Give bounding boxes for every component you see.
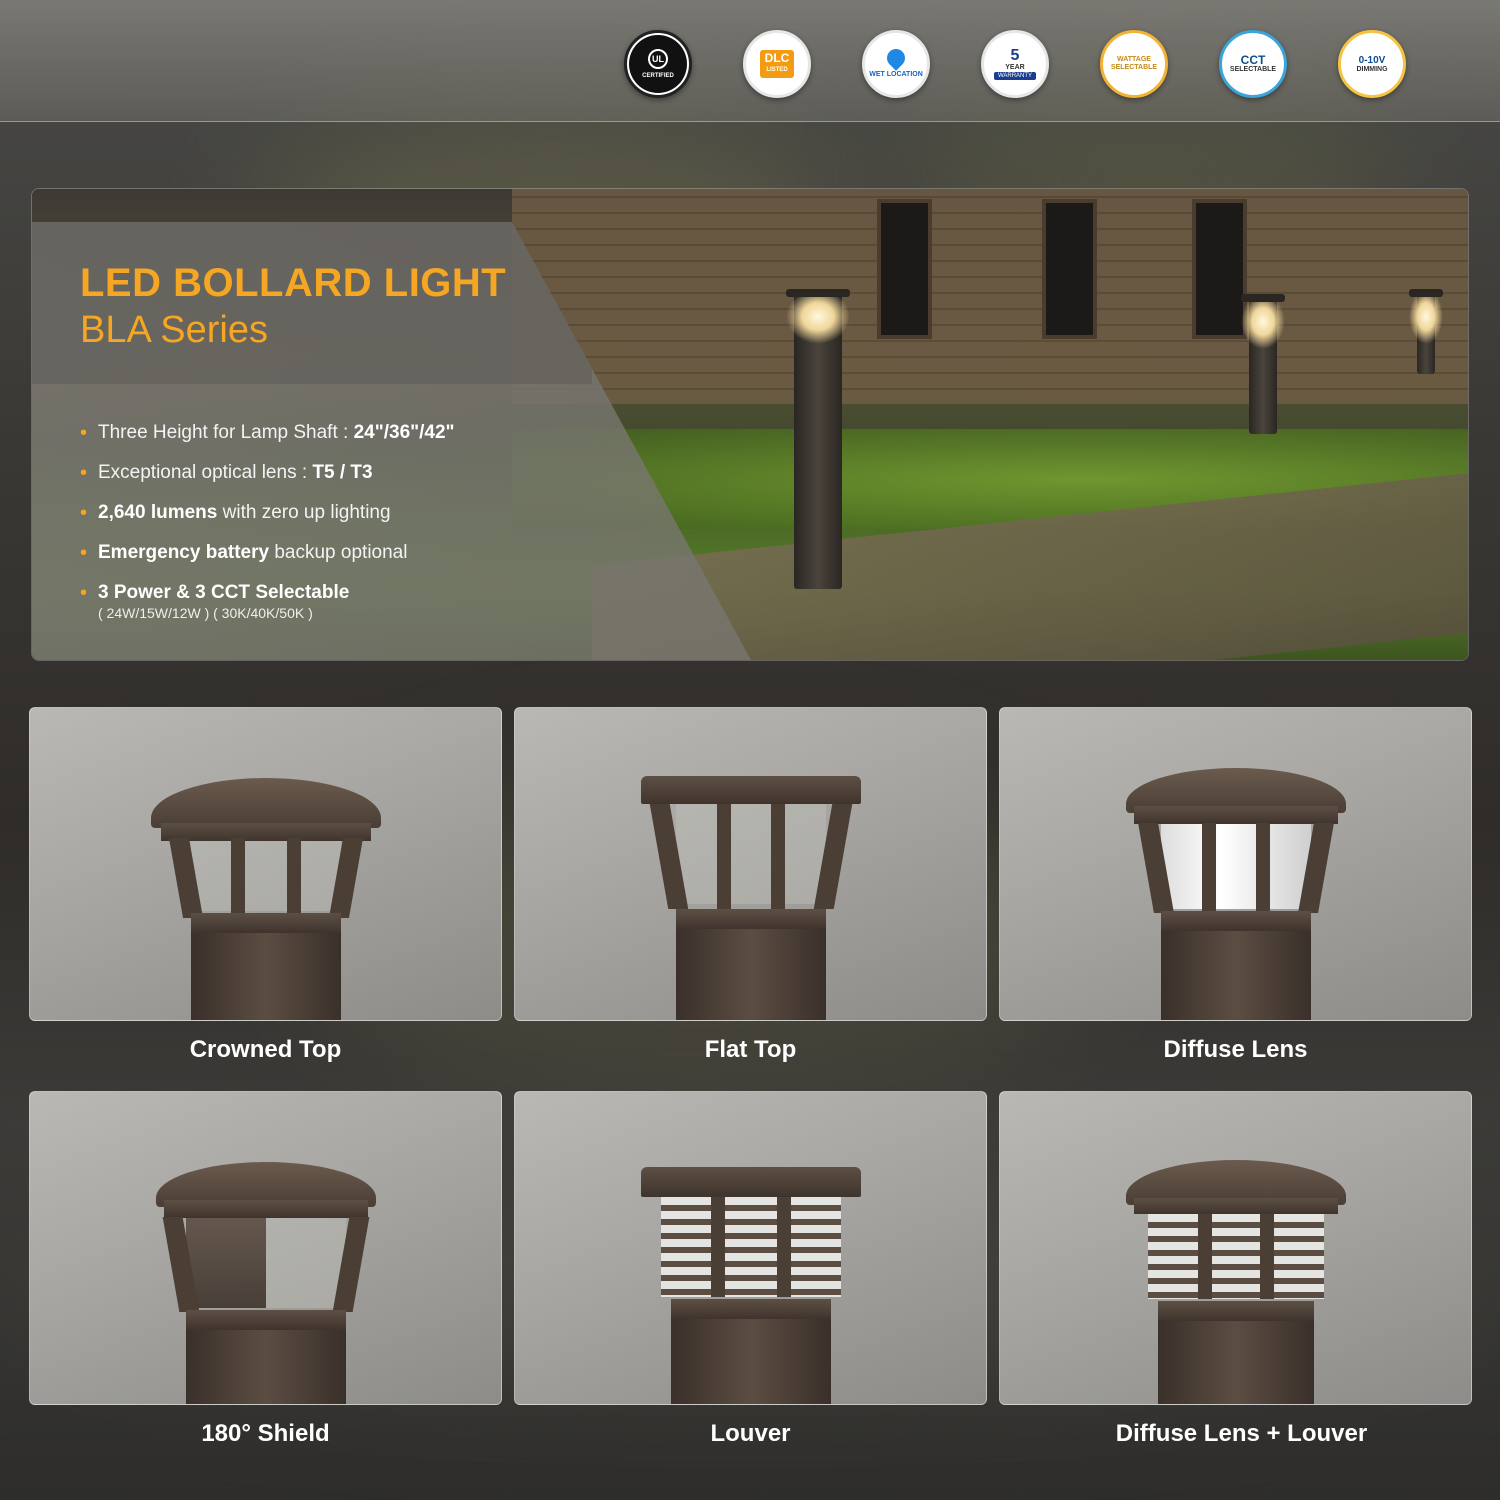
badge-text: DIMMING [1356, 65, 1388, 73]
certification-badge-bar: UL CERTIFIED DLC LISTED WET LOCATION 5 YE… [0, 0, 1500, 122]
dimming-mark: 0-10V [1358, 54, 1386, 66]
product-label: Diffuse Lens [1163, 1036, 1308, 1063]
cct-selectable-icon: CCT SELECTABLE [1219, 30, 1287, 98]
dlc-listed-icon: DLC LISTED [743, 30, 811, 98]
product-label: Diffuse Lens + Louver [1115, 1420, 1368, 1447]
dimming-icon: 0-10V DIMMING [1338, 30, 1406, 98]
product-card-crowned-top [29, 707, 502, 1021]
feature-item: 2,640 lumens with zero up lighting [80, 501, 455, 525]
warranty-icon: 5 YEAR WARRANTY [981, 30, 1049, 98]
warranty-years: 5 [1010, 47, 1020, 64]
feature-list: Three Height for Lamp Shaft : 24"/36"/42… [80, 421, 455, 636]
ul-certified-icon: UL CERTIFIED [624, 30, 692, 98]
feature-item: 3 Power & 3 CCT Selectable( 24W/15W/12W … [80, 581, 455, 620]
dlc-mark: DLC [764, 51, 790, 65]
louver-fixture-image [640, 1167, 861, 1404]
product-card-flat-top [514, 707, 987, 1021]
crowned-top-fixture-image [150, 778, 381, 1020]
product-card-180-shield [29, 1091, 502, 1405]
diffuse-lens-louver-fixture-image [1125, 1160, 1346, 1404]
badge-text: LISTED [766, 67, 788, 73]
product-card-diffuse-lens-louver [999, 1091, 1472, 1405]
wet-location-icon: WET LOCATION [862, 30, 930, 98]
shield-fixture-image [155, 1162, 376, 1404]
diffuse-lens-fixture-image [1125, 768, 1346, 1020]
hero-title: LED BOLLARD LIGHT [80, 261, 507, 305]
feature-item: Emergency battery backup optional [80, 541, 455, 565]
hero-subtitle: BLA Series [80, 309, 268, 351]
product-label: Louver [710, 1420, 791, 1447]
badge-text: WET LOCATION [869, 71, 923, 78]
feature-item: Exceptional optical lens : T5 / T3 [80, 461, 455, 485]
flat-top-fixture-image [640, 776, 861, 1020]
product-label: 180° Shield [201, 1420, 330, 1447]
feature-item: Three Height for Lamp Shaft : 24"/36"/42… [80, 421, 455, 445]
product-card-louver [514, 1091, 987, 1405]
badge-text: WARRANTY [993, 72, 1037, 80]
product-card-diffuse-lens [999, 707, 1472, 1021]
wattage-selectable-icon: WATTAGE SELECTABLE [1100, 30, 1168, 98]
ul-mark: UL [648, 48, 668, 69]
cct-mark: CCT [1240, 53, 1266, 67]
badge-text: WATTAGE SELECTABLE [1110, 56, 1158, 71]
hero-panel: LED BOLLARD LIGHT BLA Series Three Heigh… [31, 188, 1469, 661]
product-label: Flat Top [704, 1036, 797, 1063]
badge-text: SELECTABLE [1229, 66, 1277, 73]
badge-subtext: YEAR [1005, 64, 1025, 71]
badge-text: CERTIFIED [642, 72, 674, 79]
product-label: Crowned Top [189, 1036, 342, 1063]
